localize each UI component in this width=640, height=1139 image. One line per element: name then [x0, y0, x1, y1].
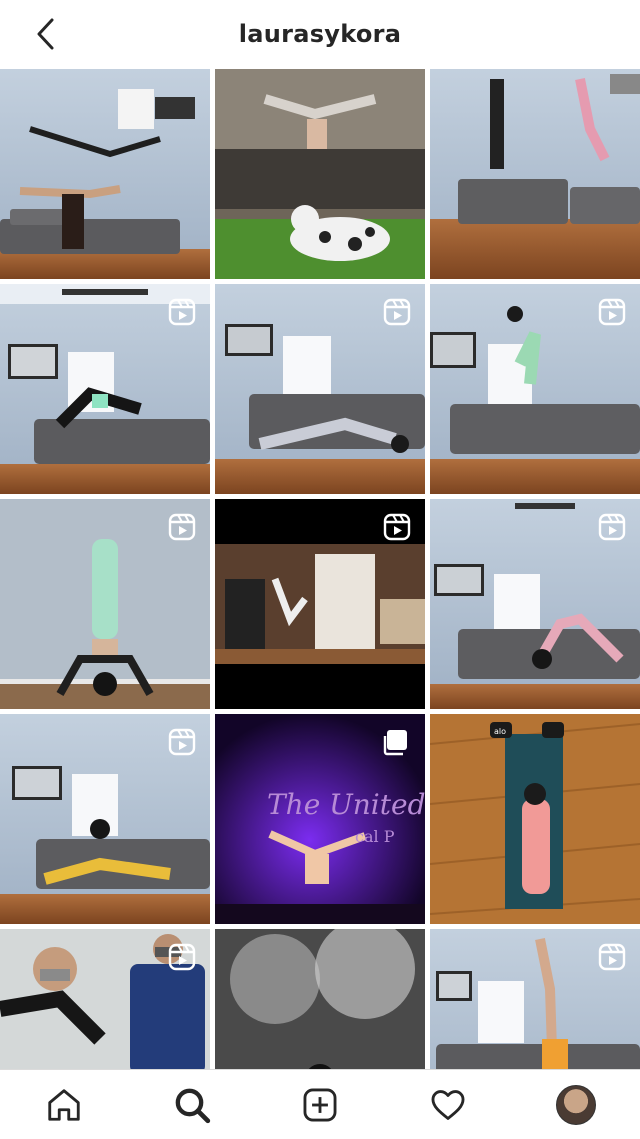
grid-post-11[interactable]: The United S cal P: [215, 714, 425, 924]
grid-post-3[interactable]: [430, 69, 640, 279]
reels-icon: [598, 943, 626, 971]
search-icon: [175, 1088, 211, 1123]
tab-home[interactable]: [34, 1075, 94, 1135]
grid-post-5[interactable]: [215, 284, 425, 494]
add-post-icon: [303, 1088, 337, 1121]
heart-icon: [431, 1089, 465, 1120]
reels-icon: [168, 943, 196, 971]
grid-post-7[interactable]: [0, 499, 210, 709]
tab-activity[interactable]: [418, 1075, 478, 1135]
bottom-tab-bar: [0, 1069, 640, 1139]
grid-post-4[interactable]: [0, 284, 210, 494]
posts-grid: The United S cal P alo: [0, 69, 640, 1139]
reels-icon: [168, 298, 196, 326]
grid-post-6[interactable]: [430, 284, 640, 494]
carousel-icon: [383, 728, 409, 756]
grid-post-1[interactable]: [0, 69, 210, 279]
tab-new-post[interactable]: [290, 1075, 350, 1135]
stage-banner-text: The United S: [267, 788, 425, 821]
grid-post-9[interactable]: [430, 499, 640, 709]
reels-icon: [383, 298, 411, 326]
tab-profile[interactable]: [546, 1075, 606, 1135]
stage-banner-subtext: cal P: [355, 827, 395, 846]
profile-avatar: [556, 1084, 596, 1125]
top-bar: laurasykora: [0, 0, 640, 68]
home-icon: [48, 1088, 80, 1121]
reels-icon: [168, 728, 196, 756]
reels-icon: [598, 298, 626, 326]
grid-post-12[interactable]: alo: [430, 714, 640, 924]
grid-post-10[interactable]: [0, 714, 210, 924]
grid-post-8[interactable]: [215, 499, 425, 709]
tab-search[interactable]: [162, 1075, 222, 1135]
profile-username-title: laurasykora: [238, 20, 402, 48]
reels-icon: [383, 513, 411, 541]
reels-icon: [598, 513, 626, 541]
reels-icon: [168, 513, 196, 541]
grid-post-2[interactable]: [215, 69, 425, 279]
mat-brand-text: alo: [494, 727, 506, 736]
